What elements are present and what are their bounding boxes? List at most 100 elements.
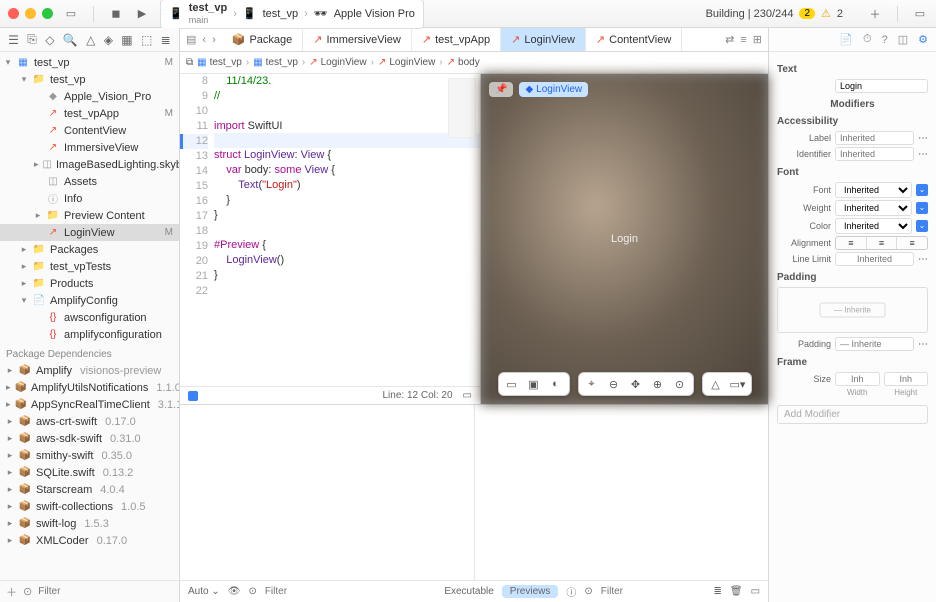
tree-item[interactable]: ↗test_vpAppM <box>0 105 179 122</box>
padding-diagram[interactable]: — Inherite <box>777 287 928 333</box>
acc-ident-more-icon[interactable]: ⋯ <box>918 149 928 160</box>
minimap[interactable] <box>448 78 476 138</box>
related-items-icon[interactable]: ⇄ <box>725 33 734 46</box>
find-icon[interactable]: 🔍 <box>63 33 78 47</box>
editor-tab[interactable]: ↗ContentView <box>586 28 682 51</box>
tree-item[interactable]: ↗ContentView <box>0 122 179 139</box>
editor-tab[interactable]: 📦Package <box>222 28 304 51</box>
pin-icon[interactable]: 📌 <box>489 82 513 97</box>
breadcrumb[interactable]: ↗ body <box>447 57 480 68</box>
split-icon[interactable]: ⊞ <box>753 33 762 46</box>
breadcrumb[interactable]: ↗ LoginView <box>309 57 366 68</box>
variants-icon[interactable]: ◐ <box>546 376 566 392</box>
color-select[interactable]: Inherited <box>835 218 912 234</box>
editor-tab[interactable]: ↗test_vpApp <box>412 28 501 51</box>
zoom-fit-icon[interactable]: ⊙ <box>670 376 690 392</box>
add-modifier-input[interactable]: Add Modifier <box>777 405 928 424</box>
metadata-icon[interactable]: ≣ <box>713 586 721 597</box>
tree-item[interactable]: ◫Assets <box>0 173 179 190</box>
back-icon[interactable]: ‹ <box>202 34 206 46</box>
variables-scope[interactable]: Auto ⌄ <box>188 586 220 597</box>
split-console-icon[interactable]: ▭ <box>751 586 760 597</box>
add-icon[interactable]: ＋ <box>867 6 883 22</box>
package-item[interactable]: ▸📦smithy-swift 0.35.0 <box>0 447 179 464</box>
tree-item[interactable]: ▸📁Packages <box>0 241 179 258</box>
tree-item[interactable]: ↗ImmersiveView <box>0 139 179 156</box>
cursor-icon[interactable]: ⌖ <box>582 376 602 392</box>
jump-bar[interactable]: ⧉ ▦ test_vp›▦ test_vp›↗ LoginView›↗ Logi… <box>180 52 768 74</box>
tree-item[interactable]: ▾📄AmplifyConfig <box>0 292 179 309</box>
tree-item[interactable]: ▸📁Preview Content <box>0 207 179 224</box>
live-icon[interactable]: ▭ <box>502 376 522 392</box>
project-root[interactable]: test_vp <box>34 57 69 69</box>
tree-item[interactable]: ⓘInfo <box>0 190 179 207</box>
height-input[interactable] <box>884 372 929 386</box>
breakpoint-icon[interactable]: ⬚ <box>141 33 152 47</box>
library-icon[interactable]: ▭ <box>912 6 928 22</box>
stop-icon[interactable]: ◼ <box>108 6 124 22</box>
forward-icon[interactable]: › <box>212 34 216 46</box>
weight-popup-icon[interactable]: ⌄ <box>916 202 928 214</box>
maximize-icon[interactable] <box>42 8 53 19</box>
package-item[interactable]: ▸📦swift-log 1.5.3 <box>0 515 179 532</box>
project-nav-icon[interactable]: ☰ <box>8 33 19 47</box>
acc-ident-input[interactable] <box>835 147 914 161</box>
color-popup-icon[interactable]: ⌄ <box>916 220 928 232</box>
package-item[interactable]: ▸📦aws-sdk-swift 0.31.0 <box>0 430 179 447</box>
source-control-icon[interactable]: ⎘ <box>27 32 37 47</box>
tree-item[interactable]: ↗LoginViewM <box>0 224 179 241</box>
package-item[interactable]: ▸📦AppSyncRealTimeClient 3.1.1 <box>0 396 179 413</box>
history-icon[interactable]: ⏱ <box>863 33 872 46</box>
run-icon[interactable]: ▶ <box>134 6 150 22</box>
tree-item[interactable]: ▸📁test_vpTests <box>0 258 179 275</box>
width-input[interactable] <box>835 372 880 386</box>
font-popup-icon[interactable]: ⌄ <box>916 184 928 196</box>
package-item[interactable]: ▸📦AmplifyUtilsNotifications 1.1.0 <box>0 379 179 396</box>
console-filter[interactable] <box>601 586 681 597</box>
console-previews[interactable]: Previews <box>502 585 559 598</box>
breadcrumb[interactable]: ▦ test_vp <box>197 57 242 68</box>
tree-item[interactable]: ◆Apple_Vision_Pro <box>0 88 179 105</box>
editor-tab[interactable]: ↗LoginView <box>501 28 586 51</box>
breadcrumb[interactable]: ▦ test_vp <box>253 57 298 68</box>
add-file-icon[interactable]: ＋ <box>6 584 17 600</box>
minimize-icon[interactable] <box>25 8 36 19</box>
tree-item[interactable]: {}awsconfiguration <box>0 309 179 326</box>
package-item[interactable]: ▸📦aws-crt-swift 0.17.0 <box>0 413 179 430</box>
file-inspector-icon[interactable]: 📄 <box>839 33 853 46</box>
variables-filter[interactable] <box>265 586 345 597</box>
selectable-icon[interactable]: ▣ <box>524 376 544 392</box>
package-item[interactable]: ▸📦swift-collections 1.0.5 <box>0 498 179 515</box>
tree-item[interactable]: ▸📁Products <box>0 275 179 292</box>
help-icon[interactable]: ? <box>882 34 888 46</box>
build-status[interactable]: Building | 230/244 2 ⚠ 2 <box>706 7 843 20</box>
attributes-icon[interactable]: ⚙ <box>918 33 928 46</box>
recent-icon[interactable]: ⧉ <box>186 57 193 68</box>
console-filter-icon[interactable]: ⊙ <box>584 586 592 597</box>
sidebar-toggle-icon[interactable]: ▭ <box>63 6 79 22</box>
console-executable[interactable]: Executable <box>444 586 493 597</box>
package-item[interactable]: ▸📦Starscream 4.0.4 <box>0 481 179 498</box>
navigator-filter[interactable] <box>38 586 173 597</box>
padding-more-icon[interactable]: ⋯ <box>918 339 928 350</box>
editor-layout-icon[interactable]: ▭ <box>463 390 472 401</box>
test-icon[interactable]: ◈ <box>104 33 113 47</box>
scheme-selector[interactable]: 📱 test_vp main › 📱 test_vp › 🕶 Apple Vis… <box>160 0 424 29</box>
code-editor[interactable]: 8910111213141516171819202122 11/14/23.//… <box>180 74 480 404</box>
weight-select[interactable]: Inherited <box>835 200 912 216</box>
debug-nav-icon[interactable]: ▦ <box>121 33 132 47</box>
console-info-icon[interactable]: ⓘ <box>566 584 576 599</box>
zoom-in-icon[interactable]: ⊕ <box>648 376 668 392</box>
pan-icon[interactable]: ✥ <box>626 376 646 392</box>
identity-icon[interactable]: ◫ <box>898 33 908 46</box>
device-settings-icon[interactable]: ▭▾ <box>728 376 748 392</box>
issue-icon[interactable]: △ <box>86 33 95 47</box>
close-icon[interactable] <box>8 8 19 19</box>
line-limit-more-icon[interactable]: ⋯ <box>918 254 928 265</box>
bookmark-icon[interactable]: ◇ <box>45 33 54 47</box>
scene-icon[interactable]: △ <box>706 376 726 392</box>
editor-tab[interactable]: ↗ImmersiveView <box>303 28 412 51</box>
text-value-input[interactable] <box>835 79 928 93</box>
tree-item[interactable]: ▾📁test_vp <box>0 71 179 88</box>
tree-item[interactable]: ▸◫ImageBasedLighting.skybox <box>0 156 179 173</box>
